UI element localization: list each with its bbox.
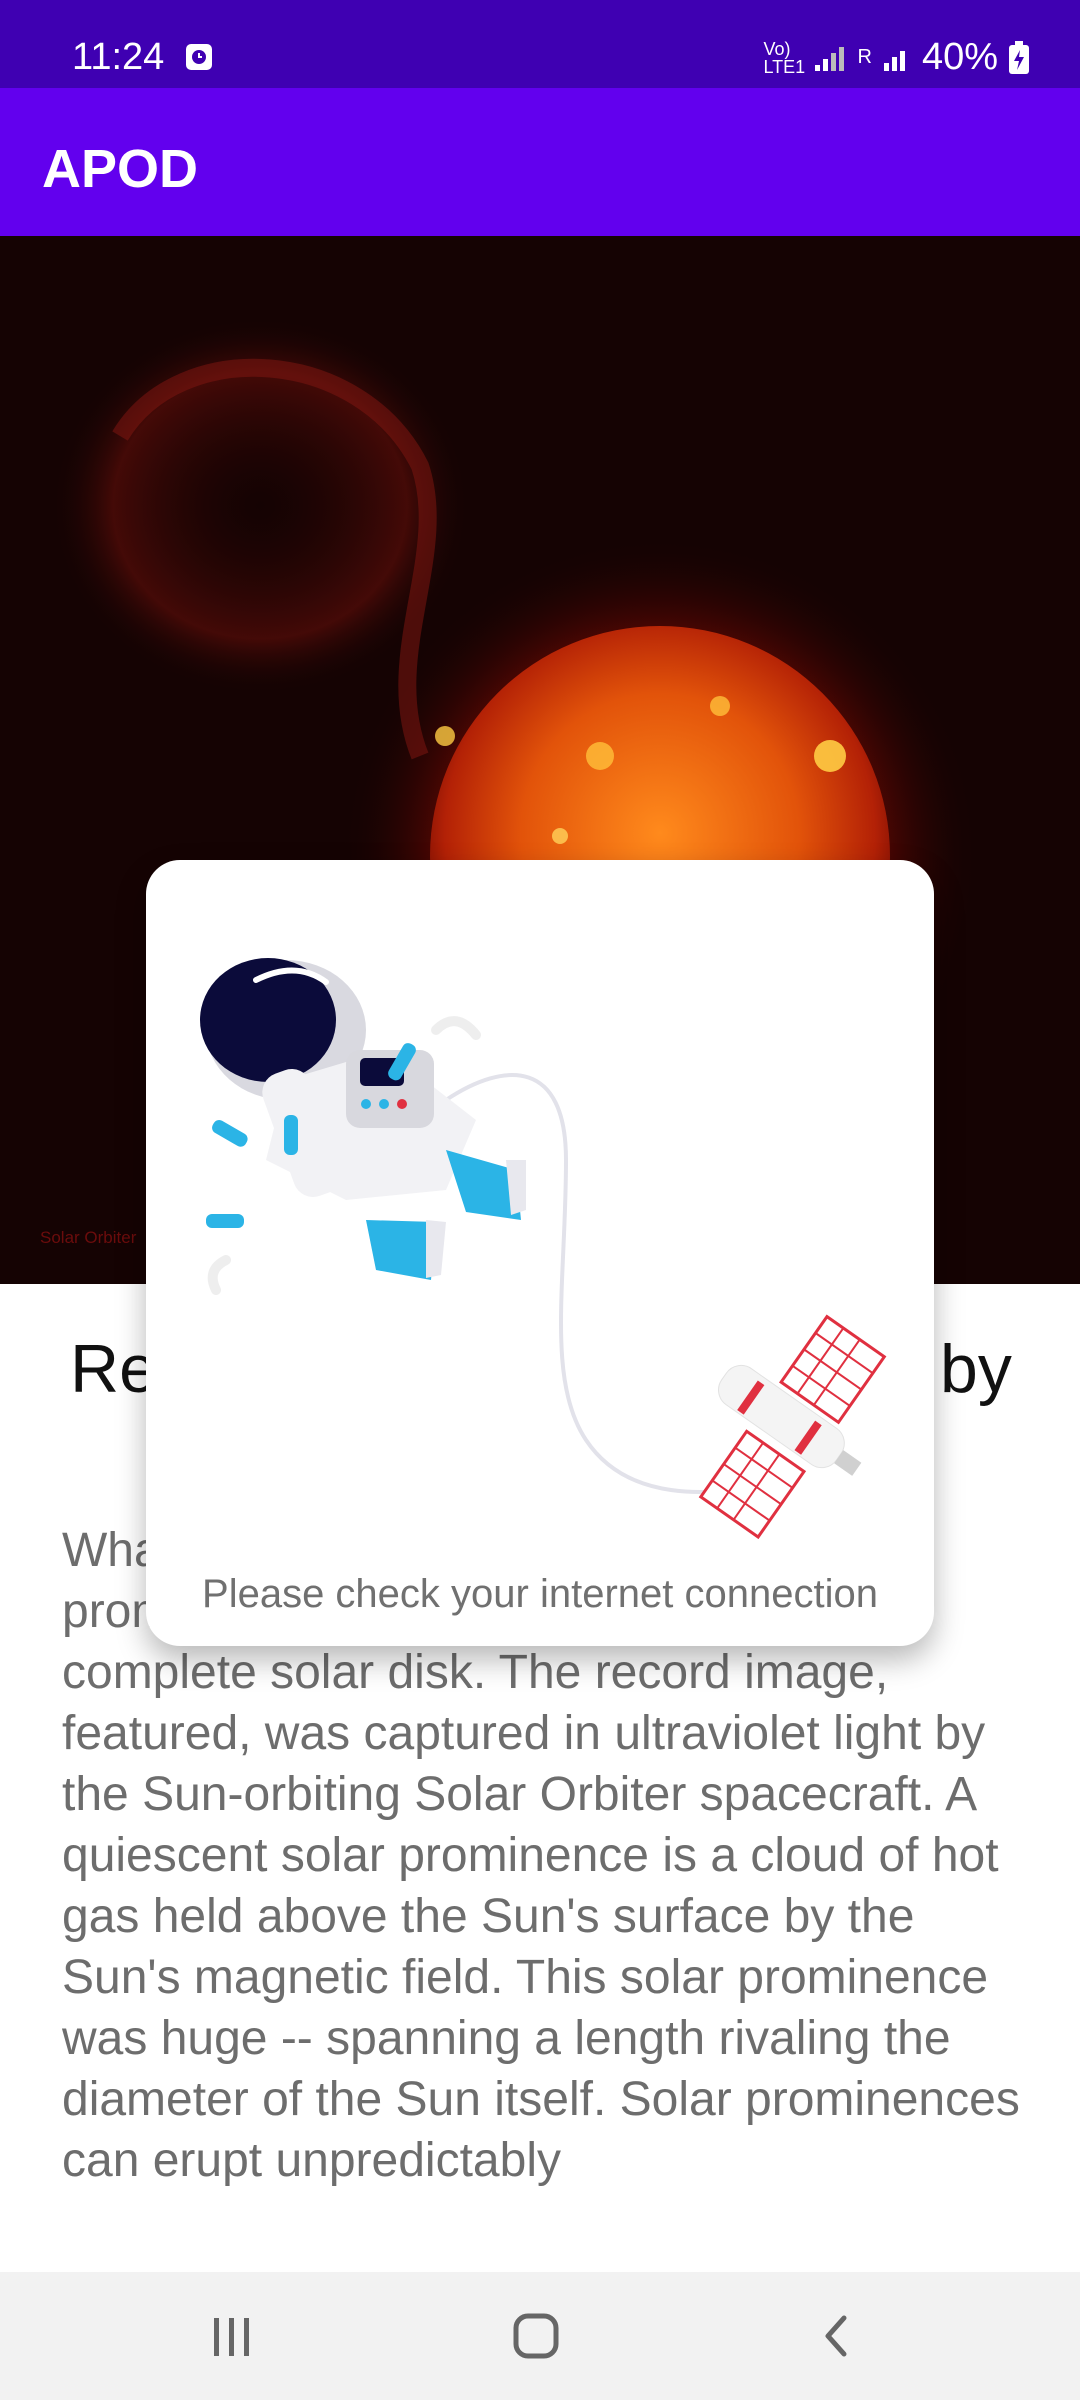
clock-icon (186, 44, 212, 70)
back-icon[interactable] (806, 2306, 866, 2366)
battery-percent: 40% (921, 36, 998, 78)
signal-icon-2 (883, 50, 905, 71)
image-credit: Solar Orbiter (40, 1228, 137, 1247)
signal-icon (815, 46, 845, 71)
recents-icon[interactable] (202, 2306, 262, 2366)
battery-charging-icon (1009, 40, 1029, 74)
article-title-left: Re (70, 1331, 157, 1407)
astronaut-icon (200, 958, 526, 1295)
article-title-right: by (940, 1331, 1012, 1407)
navigation-bar (0, 2272, 1080, 2400)
network-label: Vo) LTE1 (763, 38, 806, 77)
dialog-message: Please check your internet connection (202, 1572, 878, 1616)
home-icon[interactable] (506, 2306, 566, 2366)
app-bar: APOD (0, 88, 1080, 236)
app-title: APOD (42, 139, 199, 199)
space-illustration (200, 958, 887, 1540)
status-right: Vo) LTE1 R 40% (763, 36, 1030, 79)
satellite-icon (698, 1314, 887, 1540)
signal-label: R (857, 46, 872, 68)
no-connection-dialog: Please check your internet connection (146, 860, 934, 1646)
status-bar: 11:24 Vo) LTE1 R 40% (0, 0, 1080, 88)
status-time: 11:24 (72, 36, 165, 78)
